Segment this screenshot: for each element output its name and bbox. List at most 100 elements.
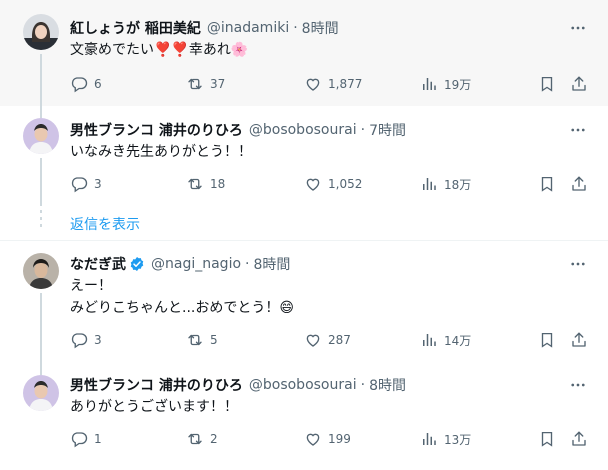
views-button[interactable]: 14万 — [420, 330, 471, 350]
tweet-actions: 1 2 199 13万 — [70, 429, 590, 449]
retweet-count: 2 — [210, 432, 218, 446]
bookmark-icon — [538, 430, 556, 448]
more-icon[interactable] — [568, 254, 588, 274]
separator: · — [293, 20, 298, 36]
tweet-nagi-nagio[interactable]: なだぎ武 @nagi_nagio · 8時間 えー！ みどりこちゃんと...おめ… — [0, 241, 608, 363]
timestamp[interactable]: 8時間 — [253, 254, 290, 274]
retweet-count: 5 — [210, 333, 218, 347]
reply-button[interactable]: 1 — [70, 429, 102, 449]
user-handle[interactable]: @bosobosourai — [249, 122, 357, 138]
show-replies-link[interactable]: 返信を表示 — [70, 214, 140, 234]
reply-count: 1 — [94, 432, 102, 446]
separator: · — [360, 377, 366, 393]
like-count: 287 — [328, 333, 351, 347]
reply-count: 3 — [94, 177, 102, 191]
thread-line — [40, 363, 42, 375]
like-button[interactable]: 1,052 — [304, 174, 362, 194]
retweet-button[interactable]: 2 — [186, 429, 218, 449]
timestamp[interactable]: 8時間 — [369, 375, 406, 395]
bookmark-button[interactable] — [538, 74, 556, 94]
views-icon — [420, 175, 438, 193]
like-icon — [304, 331, 322, 349]
timestamp[interactable]: 8時間 — [302, 18, 339, 38]
retweet-button[interactable]: 18 — [186, 174, 225, 194]
more-icon[interactable] — [568, 18, 588, 38]
tweet-actions: 6 37 1,877 19万 — [70, 74, 590, 94]
like-button[interactable]: 287 — [304, 330, 351, 350]
display-name[interactable]: 男性ブランコ 浦井のりひろ — [70, 375, 243, 395]
thread-line — [40, 293, 42, 363]
share-button[interactable] — [570, 429, 588, 449]
user-handle[interactable]: @bosobosourai — [249, 377, 357, 393]
like-button[interactable]: 1,877 — [304, 74, 362, 94]
views-count: 13万 — [444, 432, 472, 447]
reply-count: 3 — [94, 333, 102, 347]
like-count: 1,877 — [328, 77, 363, 91]
share-icon — [570, 75, 588, 93]
tweet-actions: 3 18 1,052 18万 — [70, 174, 590, 194]
tweet-text: いなみき先生ありがとう！！ — [70, 144, 252, 160]
tweet-header: 男性ブランコ 浦井のりひろ @bosobosourai · 7時間 — [70, 120, 406, 140]
thread-dots — [40, 210, 42, 231]
verified-icon — [130, 257, 144, 271]
retweet-icon — [186, 430, 204, 448]
reply-button[interactable]: 3 — [70, 330, 102, 350]
reply-icon — [70, 175, 88, 193]
share-icon — [570, 175, 588, 193]
tweet-header: 男性ブランコ 浦井のりひろ @bosobosourai · 8時間 — [70, 375, 406, 395]
retweet-icon — [186, 331, 204, 349]
retweet-button[interactable]: 37 — [186, 74, 225, 94]
tweet-header: なだぎ武 @nagi_nagio · 8時間 — [70, 254, 290, 274]
like-icon — [304, 430, 322, 448]
tweet-text-line-2: みどりこちゃんと...おめでとう！😄 — [70, 300, 294, 316]
tweet-inadamiki[interactable]: 紅しょうが 稲田美紀 @inadamiki · 8時間 文豪めでたい❣️❣️幸あ… — [0, 0, 608, 106]
more-icon[interactable] — [568, 375, 588, 395]
views-icon — [420, 430, 438, 448]
retweet-count: 18 — [210, 177, 226, 191]
display-name[interactable]: なだぎ武 — [70, 254, 126, 274]
more-icon[interactable] — [568, 120, 588, 140]
tweet-bosobosourai-reply-2[interactable]: 男性ブランコ 浦井のりひろ @bosobosourai · 8時間 ありがとうご… — [0, 363, 608, 470]
like-button[interactable]: 199 — [304, 429, 351, 449]
thread-line — [40, 158, 42, 206]
display-name[interactable]: 男性ブランコ 浦井のりひろ — [70, 120, 243, 140]
retweet-count: 37 — [210, 77, 226, 91]
thread-line — [40, 54, 42, 106]
views-button[interactable]: 18万 — [420, 174, 471, 194]
reply-button[interactable]: 6 — [70, 74, 102, 94]
tweet-bosobosourai-reply[interactable]: 男性ブランコ 浦井のりひろ @bosobosourai · 7時間 いなみき先生… — [0, 106, 608, 206]
share-button[interactable] — [570, 174, 588, 194]
user-handle[interactable]: @inadamiki — [207, 20, 289, 36]
share-icon — [570, 331, 588, 349]
retweet-button[interactable]: 5 — [186, 330, 218, 350]
views-button[interactable]: 19万 — [420, 74, 471, 94]
like-icon — [304, 75, 322, 93]
share-button[interactable] — [570, 74, 588, 94]
share-icon — [570, 430, 588, 448]
tweet-header: 紅しょうが 稲田美紀 @inadamiki · 8時間 — [70, 18, 339, 38]
share-button[interactable] — [570, 330, 588, 350]
reply-count: 6 — [94, 77, 102, 91]
retweet-icon — [186, 175, 204, 193]
views-count: 19万 — [444, 77, 472, 92]
bookmark-button[interactable] — [538, 174, 556, 194]
avatar-bosobosourai[interactable] — [23, 118, 59, 154]
reply-icon — [70, 430, 88, 448]
show-replies-row[interactable]: 返信を表示 — [0, 206, 608, 240]
bookmark-icon — [538, 75, 556, 93]
bookmark-icon — [538, 331, 556, 349]
bookmark-button[interactable] — [538, 429, 556, 449]
reply-icon — [70, 331, 88, 349]
timestamp[interactable]: 7時間 — [369, 120, 406, 140]
avatar-inadamiki[interactable] — [23, 14, 59, 50]
thread-line — [40, 106, 42, 118]
display-name[interactable]: 紅しょうが 稲田美紀 — [70, 18, 201, 38]
tweet-actions: 3 5 287 14万 — [70, 330, 590, 350]
bookmark-button[interactable] — [538, 330, 556, 350]
reply-button[interactable]: 3 — [70, 174, 102, 194]
reply-icon — [70, 75, 88, 93]
views-button[interactable]: 13万 — [420, 429, 471, 449]
avatar-bosobosourai[interactable] — [23, 375, 59, 411]
avatar-nagi-nagio[interactable] — [23, 253, 59, 289]
user-handle[interactable]: @nagi_nagio — [151, 256, 241, 272]
